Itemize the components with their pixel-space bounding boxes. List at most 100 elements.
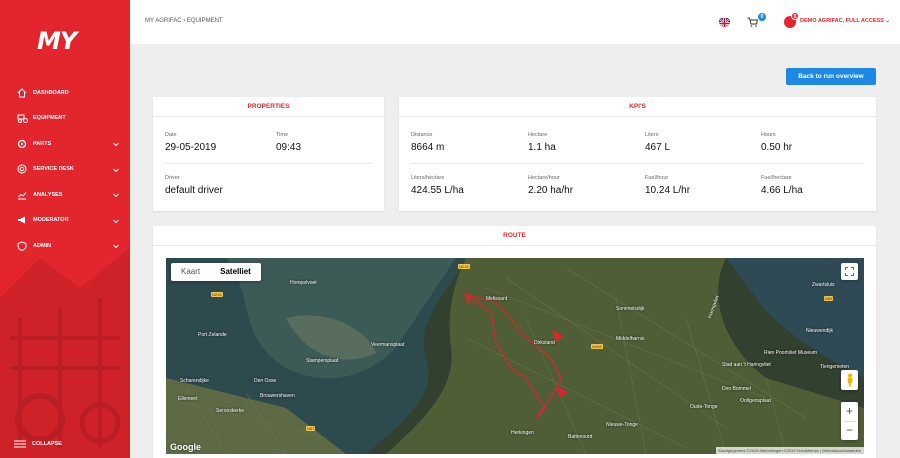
road-label: N498 xyxy=(591,344,603,349)
place-label: Oude-Tonge xyxy=(690,404,718,410)
sidebar-item-label: ANALYSES xyxy=(33,191,63,198)
time-value: 09:43 xyxy=(276,142,302,153)
chart-icon xyxy=(16,189,28,201)
date-value: 29-05-2019 xyxy=(165,142,217,153)
road-label: N215 xyxy=(458,264,470,269)
place-label: Den Osse xyxy=(254,378,277,384)
top-bar: MY AGRIFAC › EQUIPMENT 0 0 DEMO AGRIFAC,… xyxy=(130,0,900,44)
date-field: Date 29-05-2019 xyxy=(165,132,216,153)
chevron-down-icon xyxy=(113,244,119,249)
kpi-value: 4.66 L/ha xyxy=(761,185,803,196)
place-label: Den Bommel xyxy=(722,386,751,392)
sidebar-nav: DASHBOARD EQUIPMENT PARTS SERVICE DESK A… xyxy=(0,80,130,259)
collapse-label: COLLAPSE xyxy=(32,441,62,447)
time-label: Time xyxy=(276,132,289,138)
satellite-imagery xyxy=(166,258,864,454)
zoom-in-button[interactable]: + xyxy=(841,402,858,421)
chevron-down-icon xyxy=(113,168,119,172)
place-label: Rien Poortvliet Museum xyxy=(764,350,818,356)
back-to-run-overview-button[interactable]: Back to run overview xyxy=(786,68,876,85)
sidebar-item-label: PARTS xyxy=(33,140,52,147)
driver-field: Driver default driver xyxy=(165,175,223,196)
kpis-title: KPI'S xyxy=(399,97,876,117)
properties-card: PROPERTIES Date 29-05-2019 Time 09:43 Dr… xyxy=(153,97,384,211)
sidebar-item-moderator[interactable]: MODERATOR xyxy=(0,208,130,234)
kpi-label: Distance xyxy=(411,132,433,138)
date-label: Date xyxy=(165,132,177,138)
kpi-liters-per-hectare: Liters/hectare 424.55 L/ha xyxy=(411,175,464,196)
cart-count-badge: 0 xyxy=(758,13,766,21)
kpi-fuel-per-hectare: Fuel/hectare 4.66 L/ha xyxy=(761,175,803,196)
pegman-icon xyxy=(847,373,852,387)
user-notification-badge: 0 xyxy=(791,12,799,20)
road-label: N57 xyxy=(306,426,316,431)
route-card: ROUTE Hompelvoet Melissant Dirksland Mid xyxy=(153,226,876,458)
shield-icon xyxy=(16,240,28,252)
road-label: N59 xyxy=(824,296,834,301)
driver-value: default driver xyxy=(165,185,223,196)
kpi-label: Liters/hectare xyxy=(411,175,445,181)
chevron-down-icon xyxy=(113,142,119,147)
place-label: Sommelsdijk xyxy=(616,306,645,312)
kpi-label: Hectare/hour xyxy=(528,175,560,181)
user-name: DEMO AGRIFAC, FULL ACCESS xyxy=(800,18,884,24)
cart-icon[interactable] xyxy=(747,17,758,27)
place-label: Veermansplaat xyxy=(371,342,405,348)
kpi-value: 424.55 L/ha xyxy=(411,185,464,196)
place-label: Battenoord xyxy=(568,434,593,440)
place-label: Ellemeet xyxy=(178,396,198,402)
sidebar: MY DASHBOARD EQUIPMENT PARTS SERVICE DES… xyxy=(0,0,130,458)
sidebar-item-equipment[interactable]: EQUIPMENT xyxy=(0,106,130,132)
chevron-down-icon xyxy=(113,193,119,198)
kpi-distance: Distance 8664 m xyxy=(411,132,444,153)
sidebar-item-service-desk[interactable]: SERVICE DESK xyxy=(0,157,130,183)
place-label: Hompelvoet xyxy=(290,280,317,286)
place-label: Port Zelande xyxy=(198,332,227,338)
kpi-label: Hectare xyxy=(528,132,548,138)
fullscreen-button[interactable] xyxy=(841,263,858,280)
sidebar-item-parts[interactable]: PARTS xyxy=(0,131,130,157)
time-field: Time 09:43 xyxy=(276,132,301,153)
map-type-satelliet[interactable]: Satelliet xyxy=(210,263,261,281)
sidebar-item-label: SERVICE DESK xyxy=(33,166,74,173)
google-logo[interactable]: Google xyxy=(170,442,201,452)
kpi-label: Fuel/hectare xyxy=(761,175,792,181)
breadcrumb[interactable]: MY AGRIFAC › EQUIPMENT xyxy=(145,18,223,24)
zoom-out-button[interactable]: − xyxy=(841,421,858,440)
place-label: Melissant xyxy=(486,296,508,302)
home-icon xyxy=(16,87,28,99)
sidebar-item-analyses[interactable]: ANALYSES xyxy=(0,182,130,208)
gear-icon xyxy=(16,138,28,150)
kpi-label: Fuel/hour xyxy=(645,175,669,181)
kpi-fuel-per-hour: Fuel/hour 10.24 L/hr xyxy=(645,175,690,196)
road-label: N215 xyxy=(211,292,223,297)
zoom-control: + − xyxy=(841,402,858,440)
sidebar-item-label: DASHBOARD xyxy=(33,89,69,96)
kpi-label: Hours xyxy=(761,132,776,138)
map-attribution[interactable]: Kaartgegevens ©2019 Afbeeldingen ©2019 T… xyxy=(715,447,864,454)
kpi-value: 1.1 ha xyxy=(528,142,556,153)
divider xyxy=(165,163,372,164)
brand-logo[interactable]: MY xyxy=(37,27,77,55)
kpi-value: 2.20 ha/hr xyxy=(528,185,574,196)
place-label: Stad aan 't Haringvliet xyxy=(722,362,771,368)
street-view-pegman[interactable] xyxy=(841,370,858,390)
lifebuoy-icon xyxy=(16,163,28,175)
kpi-hectare-per-hour: Hectare/hour 2.20 ha/hr xyxy=(528,175,573,196)
sidebar-item-dashboard[interactable]: DASHBOARD xyxy=(0,80,130,106)
collapse-button[interactable]: COLLAPSE xyxy=(14,440,62,448)
uk-flag-icon[interactable] xyxy=(719,16,730,27)
user-menu[interactable]: DEMO AGRIFAC, FULL ACCESS ⌄ xyxy=(800,18,890,24)
map-type-kaart[interactable]: Kaart xyxy=(171,263,210,281)
kpi-label: Liters xyxy=(645,132,659,138)
sidebar-item-admin[interactable]: ADMIN xyxy=(0,233,130,259)
place-label: Middelharnis xyxy=(616,336,645,342)
divider xyxy=(411,163,864,164)
kpi-value: 8664 m xyxy=(411,142,445,153)
map-type-toggle: Kaart Satelliet xyxy=(171,263,261,281)
route-map[interactable]: Hompelvoet Melissant Dirksland Middelhar… xyxy=(166,258,864,454)
place-label: Brouwershaven xyxy=(260,393,295,399)
megaphone-icon xyxy=(16,214,28,226)
kpi-value: 0.50 hr xyxy=(761,142,793,153)
kpi-value: 467 L xyxy=(645,142,671,153)
